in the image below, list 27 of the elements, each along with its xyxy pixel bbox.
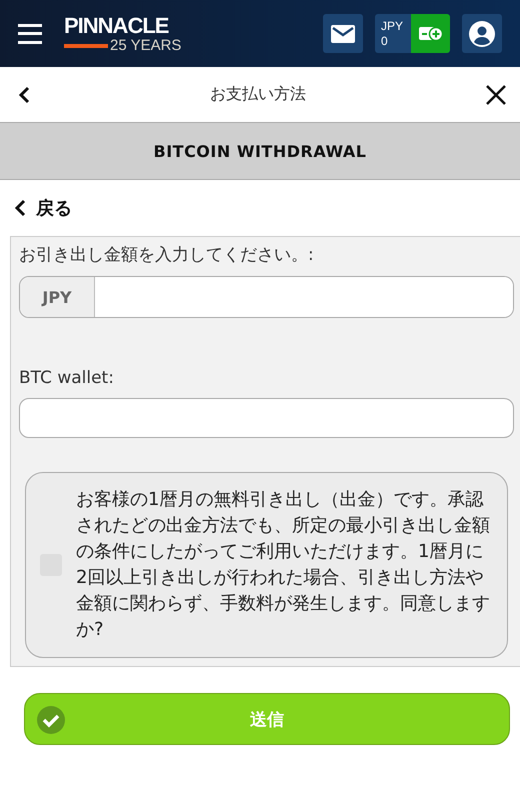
mail-button[interactable] [323,14,363,53]
banner-title: BITCOIN WITHDRAWAL [154,142,366,160]
chevron-left-icon [14,199,26,217]
account-button[interactable] [462,14,502,53]
balance-amount: 0 [381,34,389,48]
check-icon [37,706,65,734]
amount-label: お引き出し金額を入力してください。: [19,244,315,266]
user-icon [469,20,495,46]
amount-field[interactable]: JPY [19,276,514,318]
logo-subtitle: 25 YEARS [110,38,182,52]
back-button[interactable] [18,86,30,104]
close-icon [486,84,506,104]
back-link[interactable]: 戻る [0,180,86,236]
logo-text: PINNACLE [64,14,168,36]
deposit-button[interactable] [411,14,450,53]
menu-icon[interactable] [18,24,42,44]
close-button[interactable] [486,84,506,104]
currency-label: JPY [381,19,404,34]
currency-prefix: JPY [20,277,95,317]
agreement-text: お客様の1暦月の無料引き出し（出金）です。承認されたどの出金方法でも、所定の最小引き出し金額の条件にしたがってご利用いただけます。1暦月に2回以上引き出しが行われた場合、引き出し方法や金額に関わらず、手数料が発生します。同意しますか? [76,488,491,642]
wallet-label: BTC wallet: [19,368,115,388]
mail-icon [331,24,355,42]
wallet-field[interactable] [19,398,514,438]
wallet-plus-icon [418,25,442,42]
logo-stripe [64,44,108,48]
chevron-left-icon [18,86,30,104]
page-title: お支払い方法 [210,84,306,105]
